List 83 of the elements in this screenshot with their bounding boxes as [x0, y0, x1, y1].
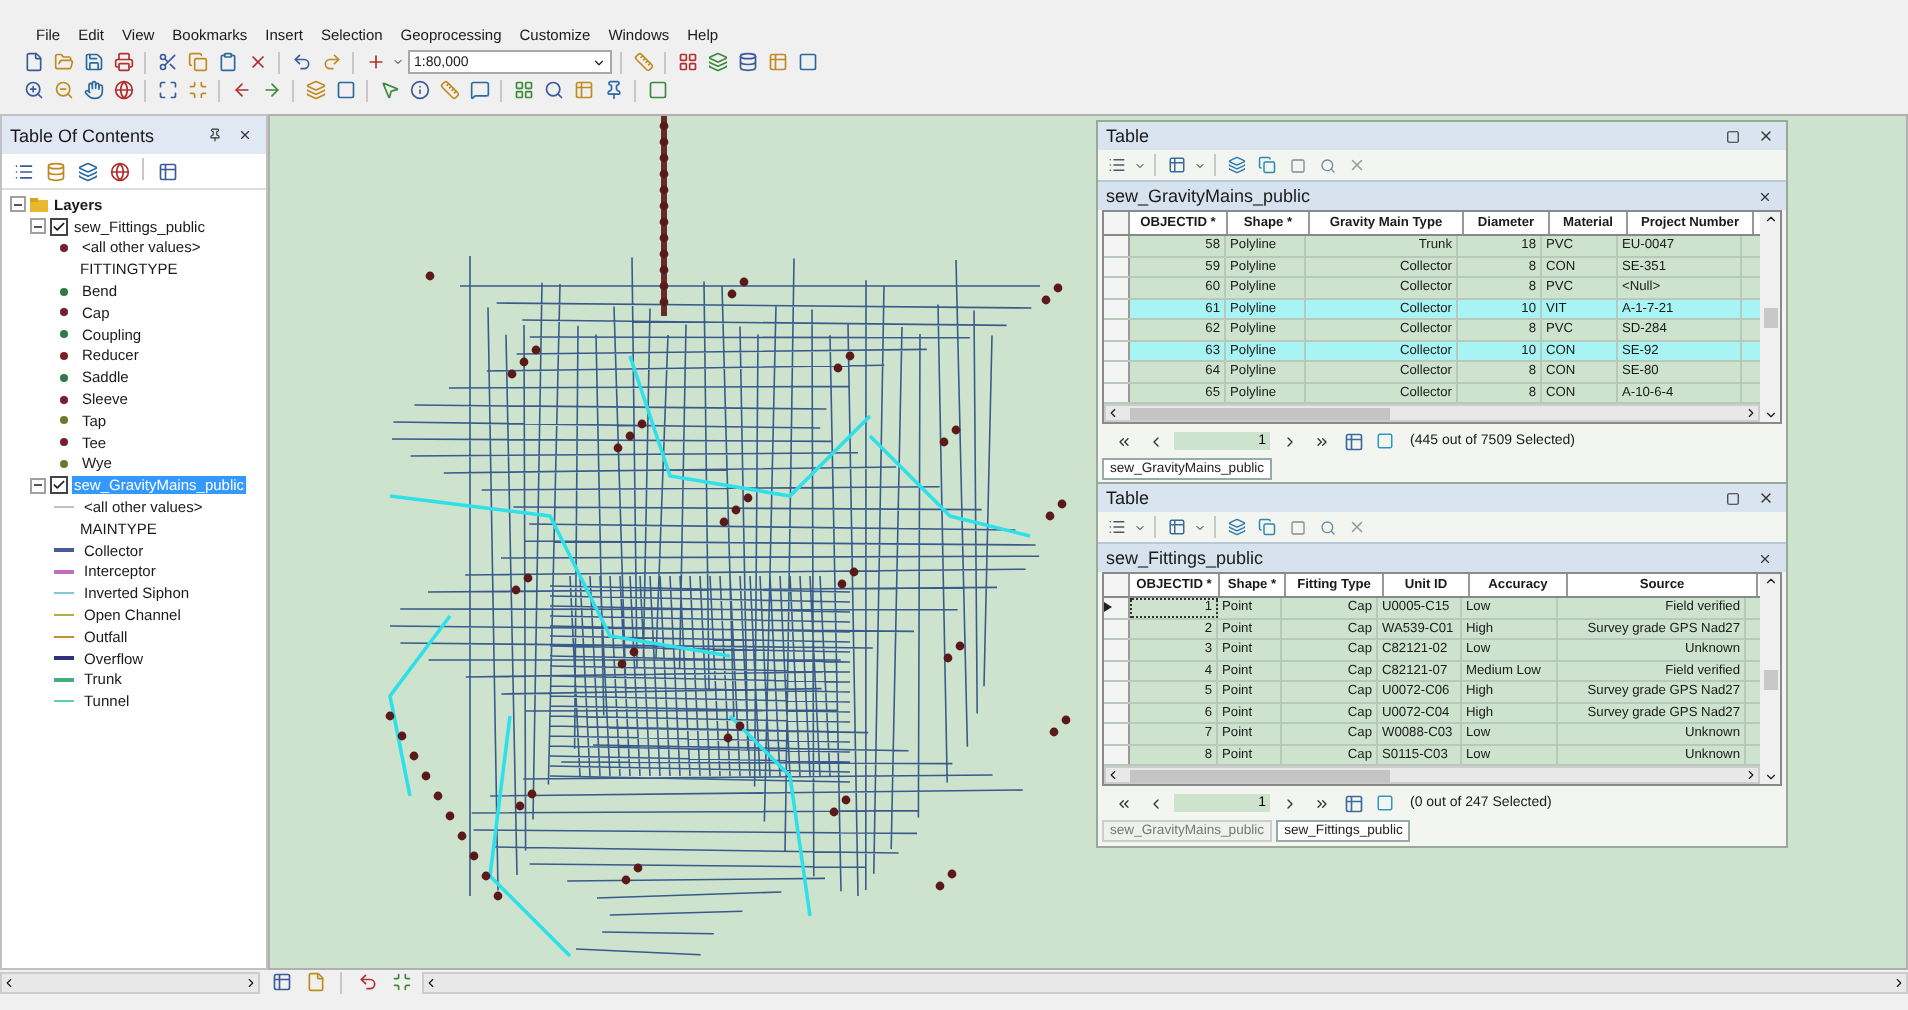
table-name: sew_GravityMains_public [1106, 186, 1311, 206]
scroll-left-icon[interactable] [2, 975, 16, 989]
scroll-right-icon[interactable] [1744, 406, 1758, 420]
checkmark-icon [52, 219, 66, 234]
horizontal-scrollbar[interactable] [1104, 404, 1760, 422]
speech-icon[interactable] [466, 77, 492, 103]
checkmark-icon [52, 478, 66, 493]
horizontal-scrollbar[interactable] [422, 971, 1908, 993]
printer-icon[interactable] [110, 49, 136, 75]
scroll-left-icon[interactable] [1106, 768, 1120, 782]
layers-icon[interactable] [302, 77, 328, 103]
table-icon[interactable] [154, 158, 180, 184]
scroll-up-icon[interactable] [1763, 574, 1777, 588]
database-icon[interactable] [734, 49, 760, 75]
horizontal-scrollbar[interactable] [1104, 766, 1760, 784]
info-icon[interactable] [406, 77, 432, 103]
scroll-up-icon[interactable] [1763, 212, 1777, 226]
related-tables-icon[interactable] [1164, 152, 1190, 178]
select-by-attributes-icon[interactable] [1224, 514, 1250, 540]
window-icon[interactable] [644, 77, 670, 103]
scroll-right-icon[interactable] [244, 975, 258, 989]
scroll-thumb[interactable] [1763, 669, 1777, 689]
map-view[interactable] [268, 114, 1908, 970]
layer-checkbox[interactable] [50, 217, 68, 236]
scroll-right-icon[interactable] [1892, 975, 1906, 989]
zoom-extent-icon[interactable] [154, 77, 180, 103]
table-corner[interactable] [1104, 212, 1130, 234]
folder-icon[interactable] [50, 49, 76, 75]
collapse-toggle[interactable] [10, 196, 26, 213]
caret-icon[interactable] [592, 55, 606, 69]
shrink-icon[interactable] [184, 77, 210, 103]
grid-icon[interactable] [510, 77, 536, 103]
window-title: Table [1106, 488, 1150, 508]
show-selected-records-icon[interactable] [1372, 790, 1398, 816]
scroll-left-icon[interactable] [1106, 406, 1120, 420]
switch-selection-icon[interactable] [1254, 152, 1280, 178]
panel-title: Table Of Contents [10, 125, 155, 145]
show-selected-records-icon[interactable] [1372, 428, 1398, 454]
window-title: Table [1106, 126, 1150, 146]
grid-icon[interactable] [674, 49, 700, 75]
related-tables-icon[interactable] [1164, 514, 1190, 540]
scroll-thumb[interactable] [1130, 770, 1391, 782]
current-row-icon [1104, 602, 1112, 613]
collapse-toggle[interactable] [30, 218, 46, 235]
scroll-down-icon[interactable] [1763, 408, 1777, 422]
pointer-icon[interactable] [376, 77, 402, 103]
zoom-in-icon[interactable] [20, 77, 46, 103]
database-icon[interactable] [42, 158, 68, 184]
undo-icon[interactable] [354, 969, 380, 995]
scroll-right-icon[interactable] [1744, 768, 1758, 782]
layer-checkbox[interactable] [50, 476, 68, 495]
layers-icon[interactable] [74, 158, 100, 184]
scroll-left-icon[interactable] [424, 975, 438, 989]
horizontal-scrollbar[interactable] [0, 971, 260, 993]
scroll-thumb[interactable] [1130, 408, 1391, 420]
search-icon[interactable] [540, 77, 566, 103]
shrink-icon[interactable] [388, 969, 414, 995]
zoom-out-icon[interactable] [50, 77, 76, 103]
select-by-attributes-icon[interactable] [1224, 152, 1250, 178]
window-icon[interactable] [794, 49, 820, 75]
table-name: sew_Fittings_public [1106, 548, 1264, 568]
save-icon[interactable] [80, 49, 106, 75]
ruler-icon[interactable] [630, 49, 656, 75]
show-all-records-icon[interactable] [1340, 790, 1366, 816]
ruler-icon[interactable] [436, 77, 462, 103]
globe-icon[interactable] [106, 158, 132, 184]
window-icon[interactable] [332, 77, 358, 103]
switch-selection-icon[interactable] [1254, 514, 1280, 540]
collapse-toggle[interactable] [30, 477, 46, 494]
row-selector[interactable] [1104, 598, 1130, 617]
vertical-scrollbar[interactable] [1760, 574, 1780, 784]
undo-icon[interactable] [288, 49, 314, 75]
scroll-thumb[interactable] [1763, 307, 1777, 327]
pan-icon[interactable] [80, 77, 106, 103]
scroll-down-icon[interactable] [1763, 770, 1777, 784]
layers-icon[interactable] [704, 49, 730, 75]
scissors-icon[interactable] [154, 49, 180, 75]
show-all-records-icon[interactable] [1340, 428, 1366, 454]
layers-folder-icon [30, 197, 48, 212]
globe-icon[interactable] [110, 77, 136, 103]
vertical-scrollbar[interactable] [1760, 212, 1780, 422]
table-icon[interactable] [268, 969, 294, 995]
copy-icon[interactable] [184, 49, 210, 75]
